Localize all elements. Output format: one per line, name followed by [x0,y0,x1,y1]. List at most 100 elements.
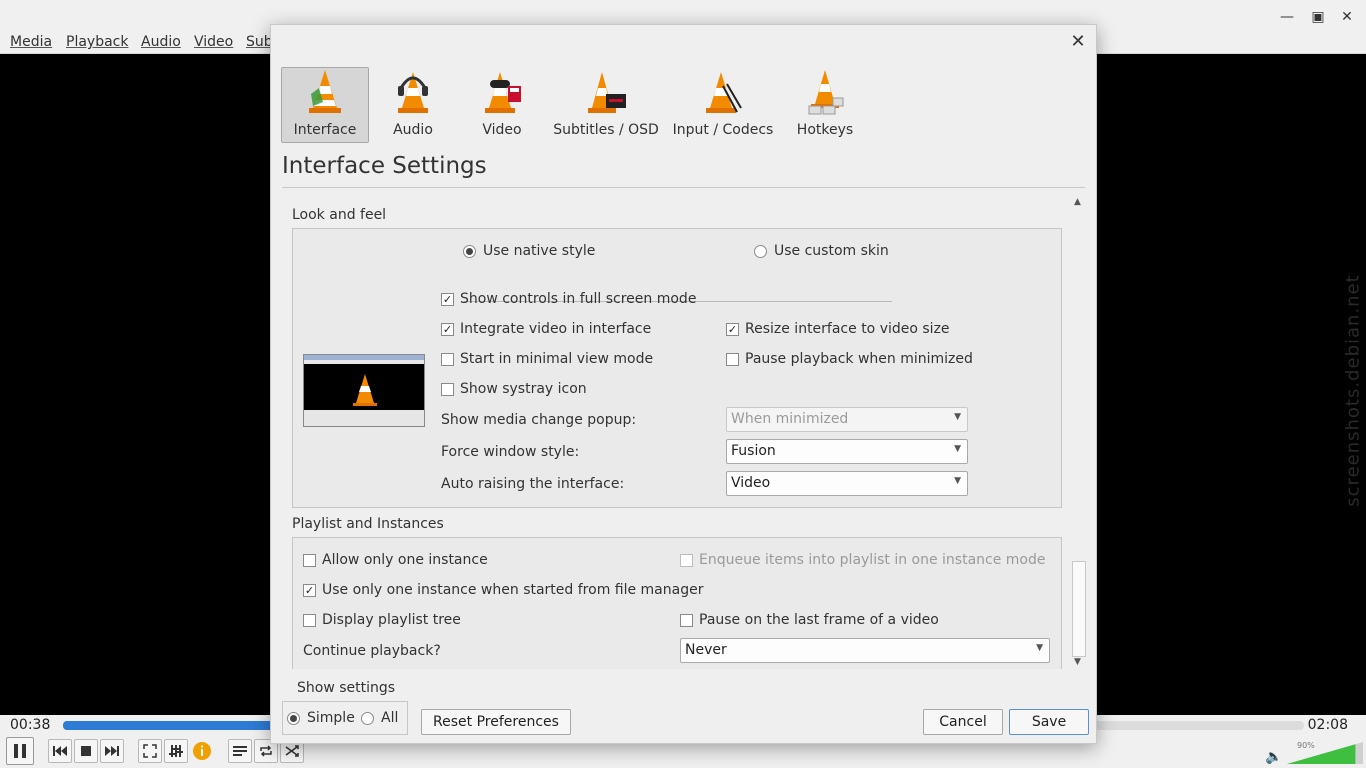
show-systray-checkbox[interactable]: Show systray icon [441,381,587,397]
auto-raise-value: Video [731,475,771,491]
media-popup-select[interactable]: When minimized ▼ [726,407,968,432]
resize-interface-label: Resize interface to video size [745,321,950,337]
pause-last-frame-label: Pause on the last frame of a video [699,612,939,628]
menu-subtitle[interactable]: Sub [246,34,273,50]
one-instance-label: Allow only one instance [322,552,488,568]
dialog-close-icon[interactable]: ✕ [1068,31,1088,52]
integrate-video-checkbox[interactable]: ✓ Integrate video in interface [441,321,651,337]
scroll-thumb[interactable] [1072,561,1086,657]
menu-audio[interactable]: Audio [141,34,181,50]
playlist-button[interactable] [228,739,252,763]
pause-minimized-checkbox[interactable]: Pause playback when minimized [726,351,973,367]
category-hotkeys-label: Hotkeys [796,122,854,138]
settings-scroll-area[interactable]: Look and feel Use native style Use custo… [282,195,1085,669]
maximize-icon[interactable]: ▣ [1307,6,1329,28]
video-cone-icon [485,72,521,113]
enqueue-items-checkbox[interactable]: Enqueue items into playlist in one insta… [680,552,1046,568]
category-subtitles-osd[interactable]: Subtitles / OSD [553,67,659,143]
extended-settings-button[interactable] [164,739,188,763]
audio-cone-icon [398,72,428,113]
scroll-down-icon[interactable]: ▼ [1074,657,1081,667]
start-minimal-checkbox[interactable]: Start in minimal view mode [441,351,653,367]
playlist-instances-title: Playlist and Instances [292,516,444,532]
media-info-button[interactable] [190,739,214,763]
integrate-video-label: Integrate video in interface [460,321,652,337]
playlist-tree-checkbox[interactable]: Display playlist tree [303,612,461,628]
title-divider [282,187,1085,188]
show-settings-label: Show settings [297,680,396,696]
custom-skin-radio[interactable]: Use custom skin [754,243,889,259]
checkbox-unchecked [441,352,454,366]
category-interface[interactable]: Interface [281,67,369,143]
playlist-icon [233,746,247,756]
show-controls-fullscreen-label: Show controls in full screen mode [460,291,697,307]
one-instance-checkbox[interactable]: Allow only one instance [303,552,488,568]
native-style-radio-mark [463,244,476,258]
all-radio-mark [361,711,374,725]
checkbox-checked: ✓ [303,583,316,597]
show-controls-fullscreen-checkbox[interactable]: ✓ Show controls in full screen mode [441,291,696,307]
category-video[interactable]: Video [461,67,543,143]
all-radio[interactable]: All [361,710,398,726]
reset-preferences-button[interactable]: Reset Preferences [421,709,571,735]
custom-skin-radio-mark [754,244,767,258]
native-style-radio[interactable]: Use native style [463,243,595,259]
window-style-select[interactable]: Fusion ▼ [726,439,968,464]
menu-video[interactable]: Video [194,34,233,50]
stop-icon [81,746,91,756]
checkbox-unchecked [726,352,739,366]
next-button[interactable] [100,739,124,763]
menu-playback[interactable]: Playback [66,34,128,50]
resize-interface-checkbox[interactable]: ✓ Resize interface to video size [726,321,950,337]
pause-button[interactable] [6,737,34,765]
category-subtitles-label: Subtitles / OSD [553,122,659,138]
show-systray-label: Show systray icon [460,381,587,397]
all-label: All [381,710,399,726]
settings-scrollbar[interactable]: ▲ ▼ [1072,197,1086,669]
preferences-dialog: ✕ Interface Audio Video Subtitles / OSD … [270,24,1097,744]
menu-media[interactable]: Media [10,34,52,50]
continue-playback-label: Continue playback? [303,643,441,659]
media-popup-value: When minimized [731,411,849,427]
simple-radio[interactable]: Simple [287,710,355,726]
category-audio[interactable]: Audio [373,67,453,143]
one-instance-file-manager-checkbox[interactable]: ✓ Use only one instance when started fro… [303,582,703,598]
auto-raise-label: Auto raising the interface: [441,476,625,492]
category-interface-label: Interface [293,122,357,138]
volume-slider[interactable] [1285,741,1365,765]
chevron-down-icon: ▼ [954,476,961,486]
close-icon[interactable]: ✕ [1336,6,1358,28]
category-audio-label: Audio [393,122,433,138]
previous-button[interactable] [48,739,72,763]
look-and-feel-title: Look and feel [292,207,387,223]
checkbox-unchecked [680,553,693,567]
scroll-up-icon[interactable]: ▲ [1074,197,1081,207]
volume-control[interactable]: 🔈 90% [1265,741,1365,767]
simple-label: Simple [307,710,355,726]
watermark-text: screenshots.debian.net [1342,273,1364,507]
media-popup-label: Show media change popup: [441,412,637,428]
category-input-codecs[interactable]: Input / Codecs [667,67,779,143]
interface-cone-icon [309,70,341,113]
category-video-label: Video [482,122,522,138]
minimize-icon[interactable]: — [1276,6,1298,28]
category-hotkeys[interactable]: Hotkeys [787,67,863,143]
previous-icon [53,746,67,756]
save-button[interactable]: Save [1009,709,1089,735]
stop-button[interactable] [74,739,98,763]
fullscreen-button[interactable] [138,739,162,763]
simple-radio-mark [287,711,300,725]
info-icon [193,742,211,760]
subtitles-cone-icon [588,72,626,113]
playlist-instances-group: Allow only one instance Enqueue items in… [292,537,1062,669]
chevron-down-icon: ▼ [954,444,961,454]
checkbox-checked: ✓ [726,322,739,336]
speaker-icon[interactable]: 🔈 [1265,749,1282,765]
cancel-button[interactable]: Cancel [923,709,1003,735]
show-settings-group: Simple All [282,701,408,735]
continue-playback-select[interactable]: Never ▼ [680,638,1050,663]
page-title: Interface Settings [282,153,487,179]
chevron-down-icon: ▼ [954,412,961,422]
pause-last-frame-checkbox[interactable]: Pause on the last frame of a video [680,612,939,628]
auto-raise-select[interactable]: Video ▼ [726,471,968,496]
